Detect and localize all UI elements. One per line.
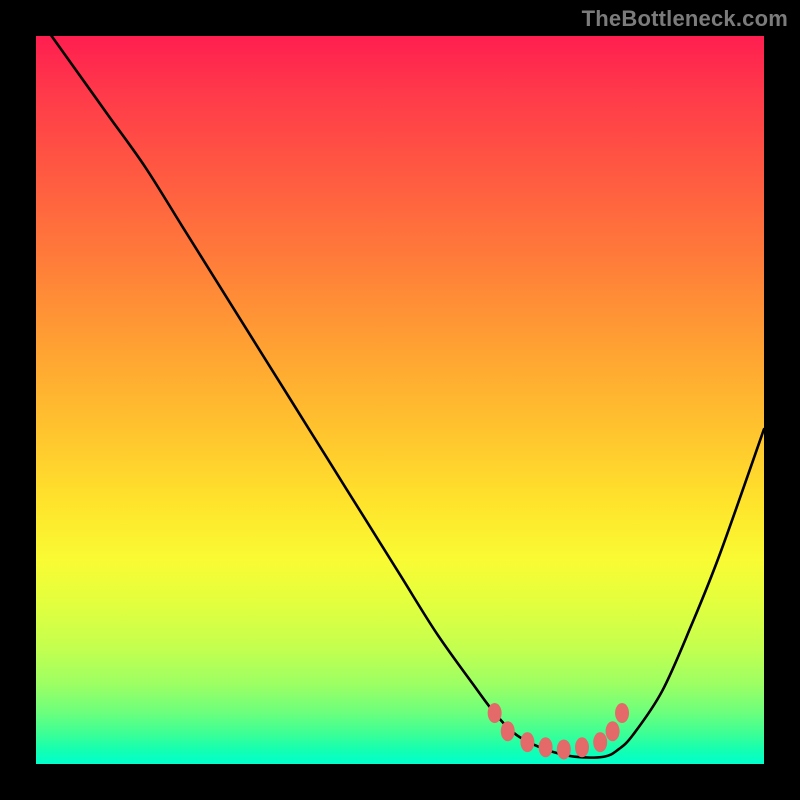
chart-frame: TheBottleneck.com <box>0 0 800 800</box>
curve-overlay <box>36 36 764 764</box>
marker-dot <box>593 732 607 752</box>
optimal-range-markers <box>488 703 629 759</box>
marker-dot <box>575 737 589 757</box>
marker-dot <box>488 703 502 723</box>
marker-dot <box>520 732 534 752</box>
marker-dot <box>501 721 515 741</box>
marker-dot <box>557 739 571 759</box>
plot-area <box>36 36 764 764</box>
watermark-text: TheBottleneck.com <box>582 6 788 32</box>
marker-dot <box>615 703 629 723</box>
marker-dot <box>606 721 620 741</box>
bottleneck-curve <box>36 36 764 758</box>
marker-dot <box>539 737 553 757</box>
